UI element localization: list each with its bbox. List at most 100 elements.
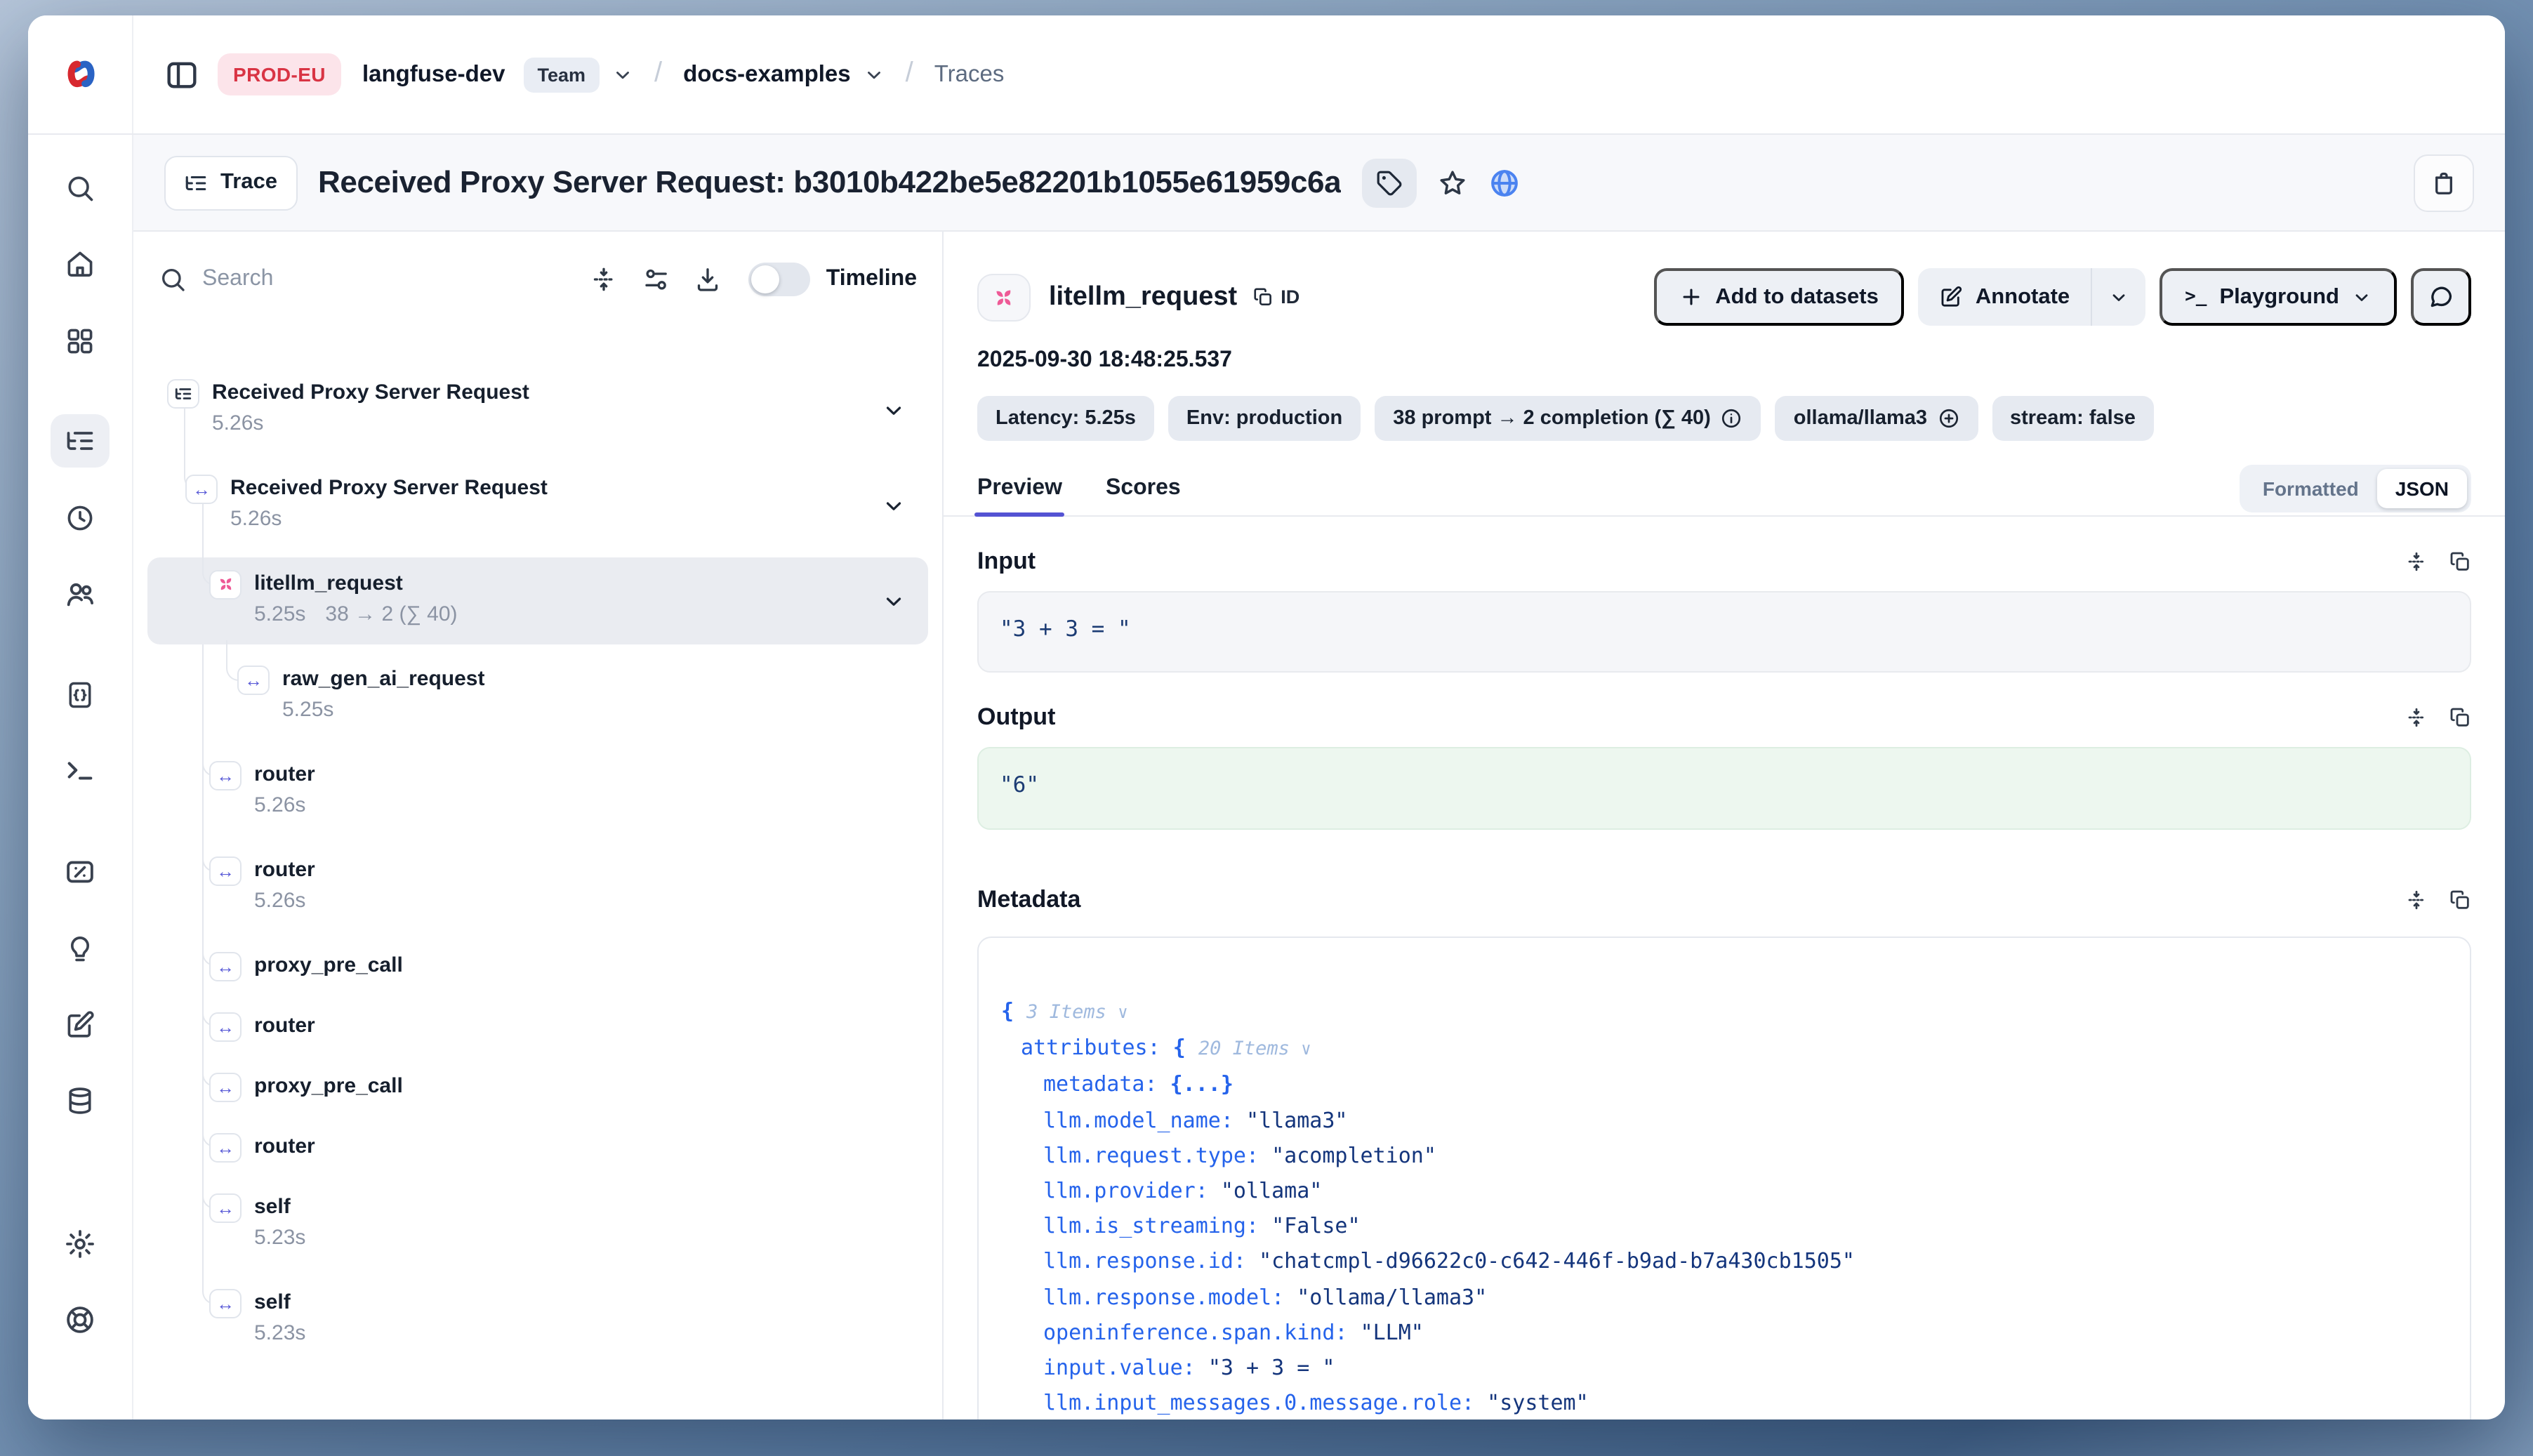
json-line[interactable]: metadata: {...} bbox=[1043, 1068, 2447, 1103]
detail-badge: Latency: 5.25s bbox=[977, 396, 1154, 441]
favorite-star-icon[interactable] bbox=[1438, 168, 1467, 197]
project-name[interactable]: docs-examples bbox=[683, 61, 850, 88]
evaluation-icon[interactable] bbox=[64, 856, 96, 888]
format-toggle-json[interactable]: JSON bbox=[2377, 468, 2467, 508]
tree-row[interactable]: ↔ proxy_pre_call bbox=[147, 1060, 928, 1112]
sidebar-rail bbox=[28, 135, 133, 1419]
plus-icon bbox=[1679, 285, 1702, 309]
org-name[interactable]: langfuse-dev bbox=[362, 61, 505, 88]
tree-row-duration: 5.23s bbox=[254, 1224, 928, 1252]
copy-section-icon[interactable] bbox=[2449, 889, 2471, 911]
users-icon[interactable] bbox=[64, 578, 96, 610]
row-chevron-down-icon[interactable] bbox=[882, 590, 906, 614]
json-line: llm.input_messages.0.message.role: "syst… bbox=[1043, 1386, 2447, 1419]
list-tree-icon bbox=[184, 171, 208, 194]
trace-type-badge: Trace bbox=[164, 155, 297, 210]
input-value: "3 + 3 = " bbox=[977, 591, 2471, 673]
download-icon[interactable] bbox=[694, 265, 722, 293]
project-chevron-down-icon[interactable] bbox=[864, 64, 885, 85]
sidebar-toggle-icon[interactable] bbox=[164, 57, 199, 92]
home-icon[interactable] bbox=[65, 249, 95, 279]
tree-row[interactable]: ↔ self 5.23s bbox=[147, 1276, 928, 1363]
json-line: input.value: "3 + 3 = " bbox=[1043, 1351, 2447, 1386]
sessions-icon[interactable] bbox=[65, 503, 95, 534]
detail-badge[interactable]: 38 prompt → 2 completion (∑ 40) bbox=[1375, 396, 1761, 441]
metadata-json-viewer: { 3 Items ∨attributes: { 20 Items ∨metad… bbox=[977, 937, 2471, 1419]
datasets-icon[interactable] bbox=[65, 1085, 95, 1116]
tree-row[interactable]: ↔ router 5.26s bbox=[147, 844, 928, 931]
tree-row[interactable]: litellm_request 5.25s38 → 2 (∑ 40) bbox=[147, 557, 928, 644]
tree-settings-icon[interactable] bbox=[642, 265, 670, 293]
settings-icon[interactable] bbox=[64, 1228, 96, 1260]
dashboards-icon[interactable] bbox=[65, 326, 95, 357]
tree-row-label: litellm_request bbox=[254, 557, 928, 598]
trash-icon bbox=[2431, 169, 2457, 196]
breadcrumb-section[interactable]: Traces bbox=[934, 61, 1005, 88]
public-globe-icon[interactable] bbox=[1488, 166, 1521, 199]
collapse-section-icon[interactable] bbox=[2405, 889, 2428, 911]
playground-button[interactable]: >_ Playground bbox=[2160, 268, 2397, 326]
span-icon: ↔ bbox=[209, 1193, 242, 1222]
generation-icon bbox=[977, 273, 1031, 321]
tab-preview[interactable]: Preview bbox=[977, 459, 1062, 517]
tree-row-label: router bbox=[254, 844, 928, 885]
tab-scores[interactable]: Scores bbox=[1106, 459, 1181, 517]
add-to-datasets-button[interactable]: Add to datasets bbox=[1653, 268, 1904, 326]
tree-row-label: router bbox=[254, 748, 928, 789]
copy-id-button[interactable]: ID bbox=[1252, 286, 1299, 307]
annotate-button[interactable]: Annotate bbox=[1918, 284, 2091, 310]
tree-row[interactable]: ↔ self 5.23s bbox=[147, 1181, 928, 1268]
pen-icon bbox=[1939, 285, 1963, 309]
span-icon: ↔ bbox=[209, 1132, 242, 1162]
span-icon: ↔ bbox=[185, 474, 218, 503]
tree-row[interactable]: ↔ router 5.26s bbox=[147, 748, 928, 835]
tree-row[interactable]: Received Proxy Server Request 5.26s bbox=[147, 366, 928, 454]
row-chevron-down-icon[interactable] bbox=[882, 494, 906, 518]
comments-button[interactable] bbox=[2411, 268, 2471, 326]
search-input[interactable]: Search bbox=[159, 265, 567, 293]
detail-badge[interactable]: ollama/llama3 bbox=[1775, 396, 1978, 441]
copy-icon bbox=[1252, 286, 1274, 307]
delete-trace-button[interactable] bbox=[2414, 154, 2474, 211]
playground-icon[interactable] bbox=[64, 755, 96, 787]
input-section-title: Input bbox=[977, 548, 1036, 576]
org-chevron-down-icon[interactable] bbox=[612, 64, 633, 85]
json-line: llm.response.model: "ollama/llama3" bbox=[1043, 1280, 2447, 1315]
tags-button[interactable] bbox=[1362, 158, 1417, 207]
tree-row-label: raw_gen_ai_request bbox=[282, 653, 928, 694]
json-line: llm.request.type: "acompletion" bbox=[1043, 1139, 2447, 1174]
json-line[interactable]: { 3 Items ∨ bbox=[1001, 994, 2447, 1031]
timeline-toggle[interactable] bbox=[749, 263, 811, 296]
tree-row[interactable]: ↔ Received Proxy Server Request 5.26s bbox=[147, 462, 928, 549]
format-toggle-formatted[interactable]: Formatted bbox=[2244, 468, 2377, 508]
json-line[interactable]: attributes: { 20 Items ∨ bbox=[1021, 1031, 2447, 1067]
org-logo[interactable] bbox=[28, 15, 133, 133]
collapse-section-icon[interactable] bbox=[2405, 706, 2428, 729]
annotate-button-group: Annotate bbox=[1918, 268, 2145, 326]
output-section-title: Output bbox=[977, 703, 1055, 732]
tree-row[interactable]: ↔ raw_gen_ai_request 5.25s bbox=[147, 653, 928, 740]
breadcrumb: PROD-EU langfuse-dev Team / docs-example… bbox=[133, 15, 2505, 133]
tree-row-label: self bbox=[254, 1181, 928, 1222]
knot-logo-icon bbox=[61, 58, 99, 91]
support-icon[interactable] bbox=[64, 1304, 96, 1336]
collapse-all-icon[interactable] bbox=[590, 265, 619, 293]
tracing-icon[interactable] bbox=[51, 414, 110, 468]
span-icon: ↔ bbox=[209, 856, 242, 885]
copy-section-icon[interactable] bbox=[2449, 706, 2471, 729]
tree-row[interactable]: ↔ router bbox=[147, 1120, 928, 1172]
comment-bubble-icon bbox=[2428, 284, 2454, 310]
insights-icon[interactable] bbox=[65, 934, 95, 965]
tree-row[interactable]: ↔ proxy_pre_call bbox=[147, 939, 928, 991]
tree-rows: Received Proxy Server Request 5.26s ↔ Re… bbox=[133, 319, 942, 1363]
annotation-icon[interactable] bbox=[65, 1010, 95, 1040]
prompts-icon[interactable] bbox=[65, 680, 95, 710]
copy-section-icon[interactable] bbox=[2449, 550, 2471, 573]
search-icon[interactable] bbox=[65, 173, 95, 204]
tree-row-label: Received Proxy Server Request bbox=[230, 462, 928, 503]
annotate-dropdown-chevron[interactable] bbox=[2092, 287, 2145, 307]
tree-row[interactable]: ↔ router bbox=[147, 1000, 928, 1052]
row-chevron-down-icon[interactable] bbox=[882, 399, 906, 423]
trace-icon bbox=[167, 378, 199, 408]
collapse-section-icon[interactable] bbox=[2405, 550, 2428, 573]
